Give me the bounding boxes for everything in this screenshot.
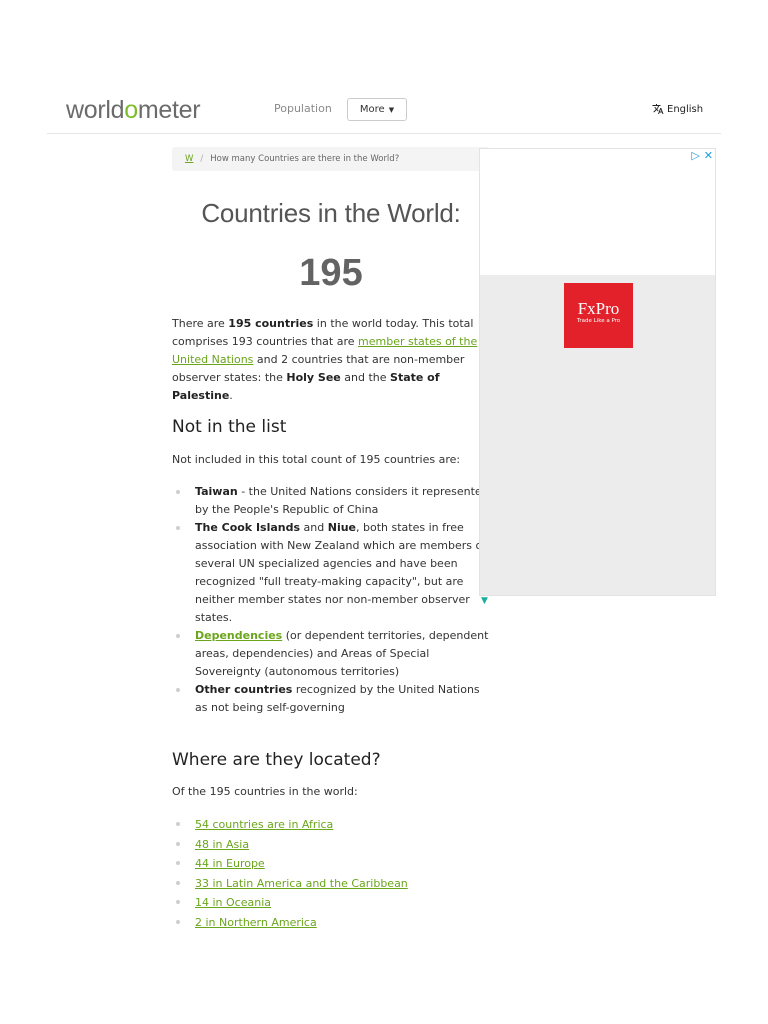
list-item: 44 in Europe (172, 854, 492, 874)
not-in-list-intro: Not included in this total count of 195 … (172, 453, 461, 466)
located-heading: Where are they located? (172, 750, 381, 770)
list-item: 48 in Asia (172, 835, 492, 855)
language-label: English (667, 103, 704, 115)
intro-paragraph: There are 195 countries in the world tod… (172, 317, 478, 402)
caret-down-icon: ▼ (388, 105, 395, 114)
more-button[interactable]: More ▼ (347, 98, 407, 121)
list-item: 33 in Latin America and the Caribbean (172, 874, 492, 894)
country-count: 195 (299, 252, 363, 294)
translate-icon (652, 104, 664, 114)
header-divider (47, 133, 721, 134)
located-intro: Of the 195 countries in the world: (172, 785, 358, 798)
breadcrumb-current: How many Countries are there in the Worl… (210, 154, 400, 164)
nav-population[interactable]: Population (274, 102, 332, 115)
logo-text: worldometer (66, 96, 201, 124)
list-item: Other countries recognized by the United… (172, 681, 492, 717)
region-link-europe[interactable]: 44 in Europe (195, 857, 265, 870)
list-item: Dependencies (or dependent territories, … (172, 627, 492, 681)
worldometer-logo[interactable]: worldometer (66, 96, 201, 124)
region-link-asia[interactable]: 48 in Asia (195, 838, 249, 851)
ad-tagline: Trade Like a Pro (576, 318, 621, 324)
more-label: More (359, 104, 385, 115)
region-link-oceania[interactable]: 14 in Oceania (195, 896, 271, 909)
list-item: Taiwan - the United Nations considers it… (172, 483, 492, 519)
breadcrumb-home-link[interactable]: W (185, 154, 193, 164)
adchoices-icon[interactable]: ▷ (691, 149, 699, 162)
ad-brand: FxPro (577, 299, 620, 318)
region-link-africa[interactable]: 54 countries are in Africa (195, 818, 333, 831)
region-link-latin-america[interactable]: 33 in Latin America and the Caribbean (195, 877, 408, 890)
logo-accent-letter: o (124, 96, 138, 124)
ad-controls: ▷ ✕ (691, 149, 713, 162)
breadcrumb-separator: / (200, 154, 204, 164)
list-item: 2 in Northern America (172, 913, 492, 933)
close-icon[interactable]: ✕ (704, 149, 713, 162)
fxpro-ad-logo[interactable]: FxPro Trade Like a Pro (564, 283, 633, 348)
not-in-list-heading: Not in the list (172, 417, 287, 437)
page-title: Countries in the World: (201, 198, 461, 228)
breadcrumb: W / How many Countries are there in the … (172, 147, 490, 171)
list-item: 14 in Oceania (172, 893, 492, 913)
ad-marker-icon: ▼ (481, 596, 488, 606)
language-selector[interactable]: English (652, 103, 703, 115)
list-item: The Cook Islands and Niue, both states i… (172, 519, 492, 627)
list-item: 54 countries are in Africa (172, 815, 492, 835)
dependencies-link[interactable]: Dependencies (195, 629, 282, 642)
excluded-list: Taiwan - the United Nations considers it… (172, 483, 492, 717)
region-list: 54 countries are in Africa 48 in Asia 44… (172, 815, 492, 932)
advertisement[interactable]: ▷ ✕ FxPro Trade Like a Pro (479, 148, 716, 596)
region-link-northern-america[interactable]: 2 in Northern America (195, 916, 317, 929)
